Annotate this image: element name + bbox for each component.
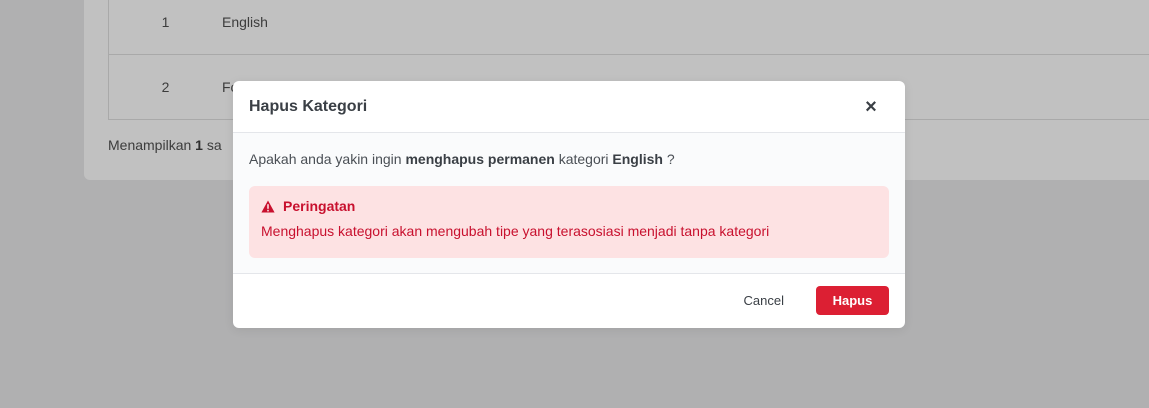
warning-alert: Peringatan Menghapus kategori akan mengu… bbox=[249, 186, 889, 258]
confirmation-question: Apakah anda yakin ingin menghapus perman… bbox=[249, 151, 675, 167]
modal-footer: Cancel Hapus bbox=[233, 274, 905, 327]
modal-title: Hapus Kategori bbox=[249, 97, 368, 115]
close-icon[interactable]: × bbox=[861, 97, 881, 117]
delete-category-modal: Hapus Kategori × Apakah anda yakin ingin… bbox=[233, 81, 905, 328]
alert-title: Peringatan bbox=[283, 198, 356, 214]
modal-body: Apakah anda yakin ingin menghapus perman… bbox=[233, 133, 905, 274]
row-number: 1 bbox=[161, 14, 170, 30]
row-number: 2 bbox=[161, 79, 170, 95]
cancel-button[interactable]: Cancel bbox=[734, 285, 794, 316]
delete-button[interactable]: Hapus bbox=[816, 286, 889, 315]
warning-triangle-icon bbox=[261, 200, 275, 212]
pagination-info: Menampilkan 1 sa bbox=[108, 137, 222, 153]
alert-message: Menghapus kategori akan mengubah tipe ya… bbox=[261, 223, 770, 239]
row-name: English bbox=[222, 14, 268, 30]
alert-header: Peringatan bbox=[261, 198, 877, 214]
table-row: 1 English bbox=[109, 0, 1149, 55]
modal-header: Hapus Kategori × bbox=[233, 81, 905, 133]
